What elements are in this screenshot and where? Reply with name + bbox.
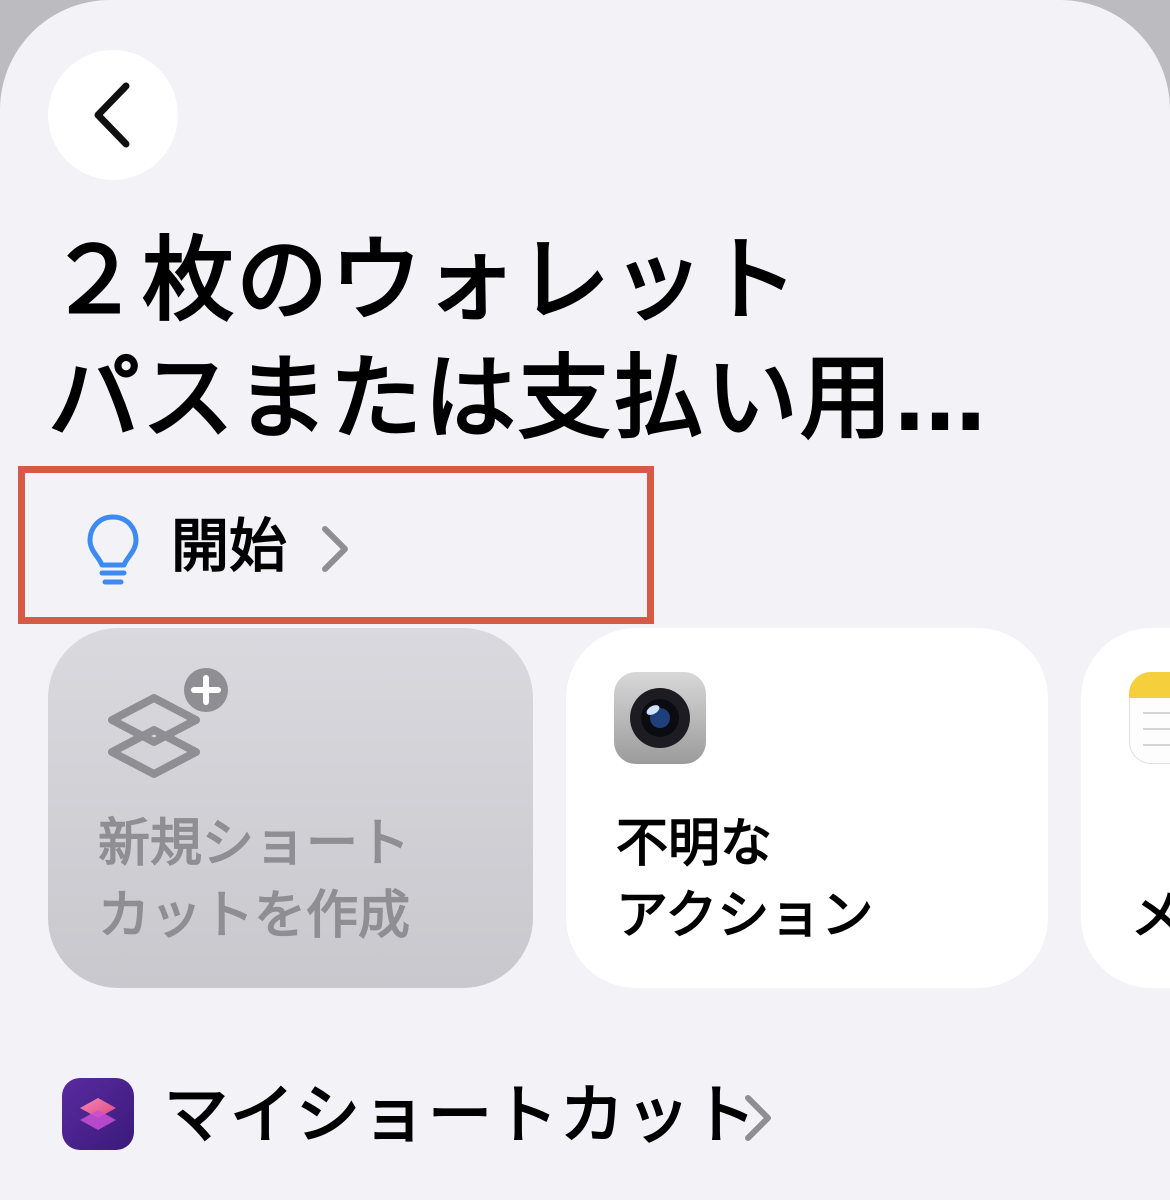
page-title: ２枚のウォレット パスまたは支払い用… bbox=[48, 222, 1108, 458]
start-label: 開始 bbox=[171, 512, 288, 580]
start-button[interactable]: 開始 bbox=[18, 466, 654, 624]
unknown-action-card[interactable]: 不明な アクション bbox=[566, 628, 1048, 988]
chevron-left-icon bbox=[94, 82, 130, 148]
shortcuts-app-icon bbox=[62, 1078, 134, 1150]
lightbulb-icon bbox=[87, 514, 139, 585]
my-shortcuts-label: マイショートカット bbox=[164, 1079, 758, 1153]
shortcut-add-icon bbox=[108, 668, 228, 778]
chevron-right-icon bbox=[745, 1095, 771, 1141]
chevron-right-icon bbox=[322, 526, 348, 572]
page-title-line1: ２枚のウォレット bbox=[48, 227, 801, 334]
new-shortcut-card[interactable]: 新規ショート カットを作成 bbox=[48, 628, 533, 988]
notes-app-icon bbox=[1129, 672, 1170, 764]
back-button[interactable] bbox=[48, 50, 178, 180]
unknown-action-label: 不明な アクション bbox=[616, 814, 874, 946]
shortcut-editor-sheet: ２枚のウォレット パスまたは支払い用… 開始 新規ショート カットを作成 不明な… bbox=[0, 0, 1170, 1200]
page-title-line2: パスまたは支払い用… bbox=[48, 345, 989, 452]
notes-action-label: メ bbox=[1131, 886, 1170, 946]
new-shortcut-label: 新規ショート カットを作成 bbox=[98, 814, 411, 946]
notes-action-card[interactable]: メ bbox=[1081, 628, 1170, 988]
camera-app-icon bbox=[614, 672, 706, 764]
